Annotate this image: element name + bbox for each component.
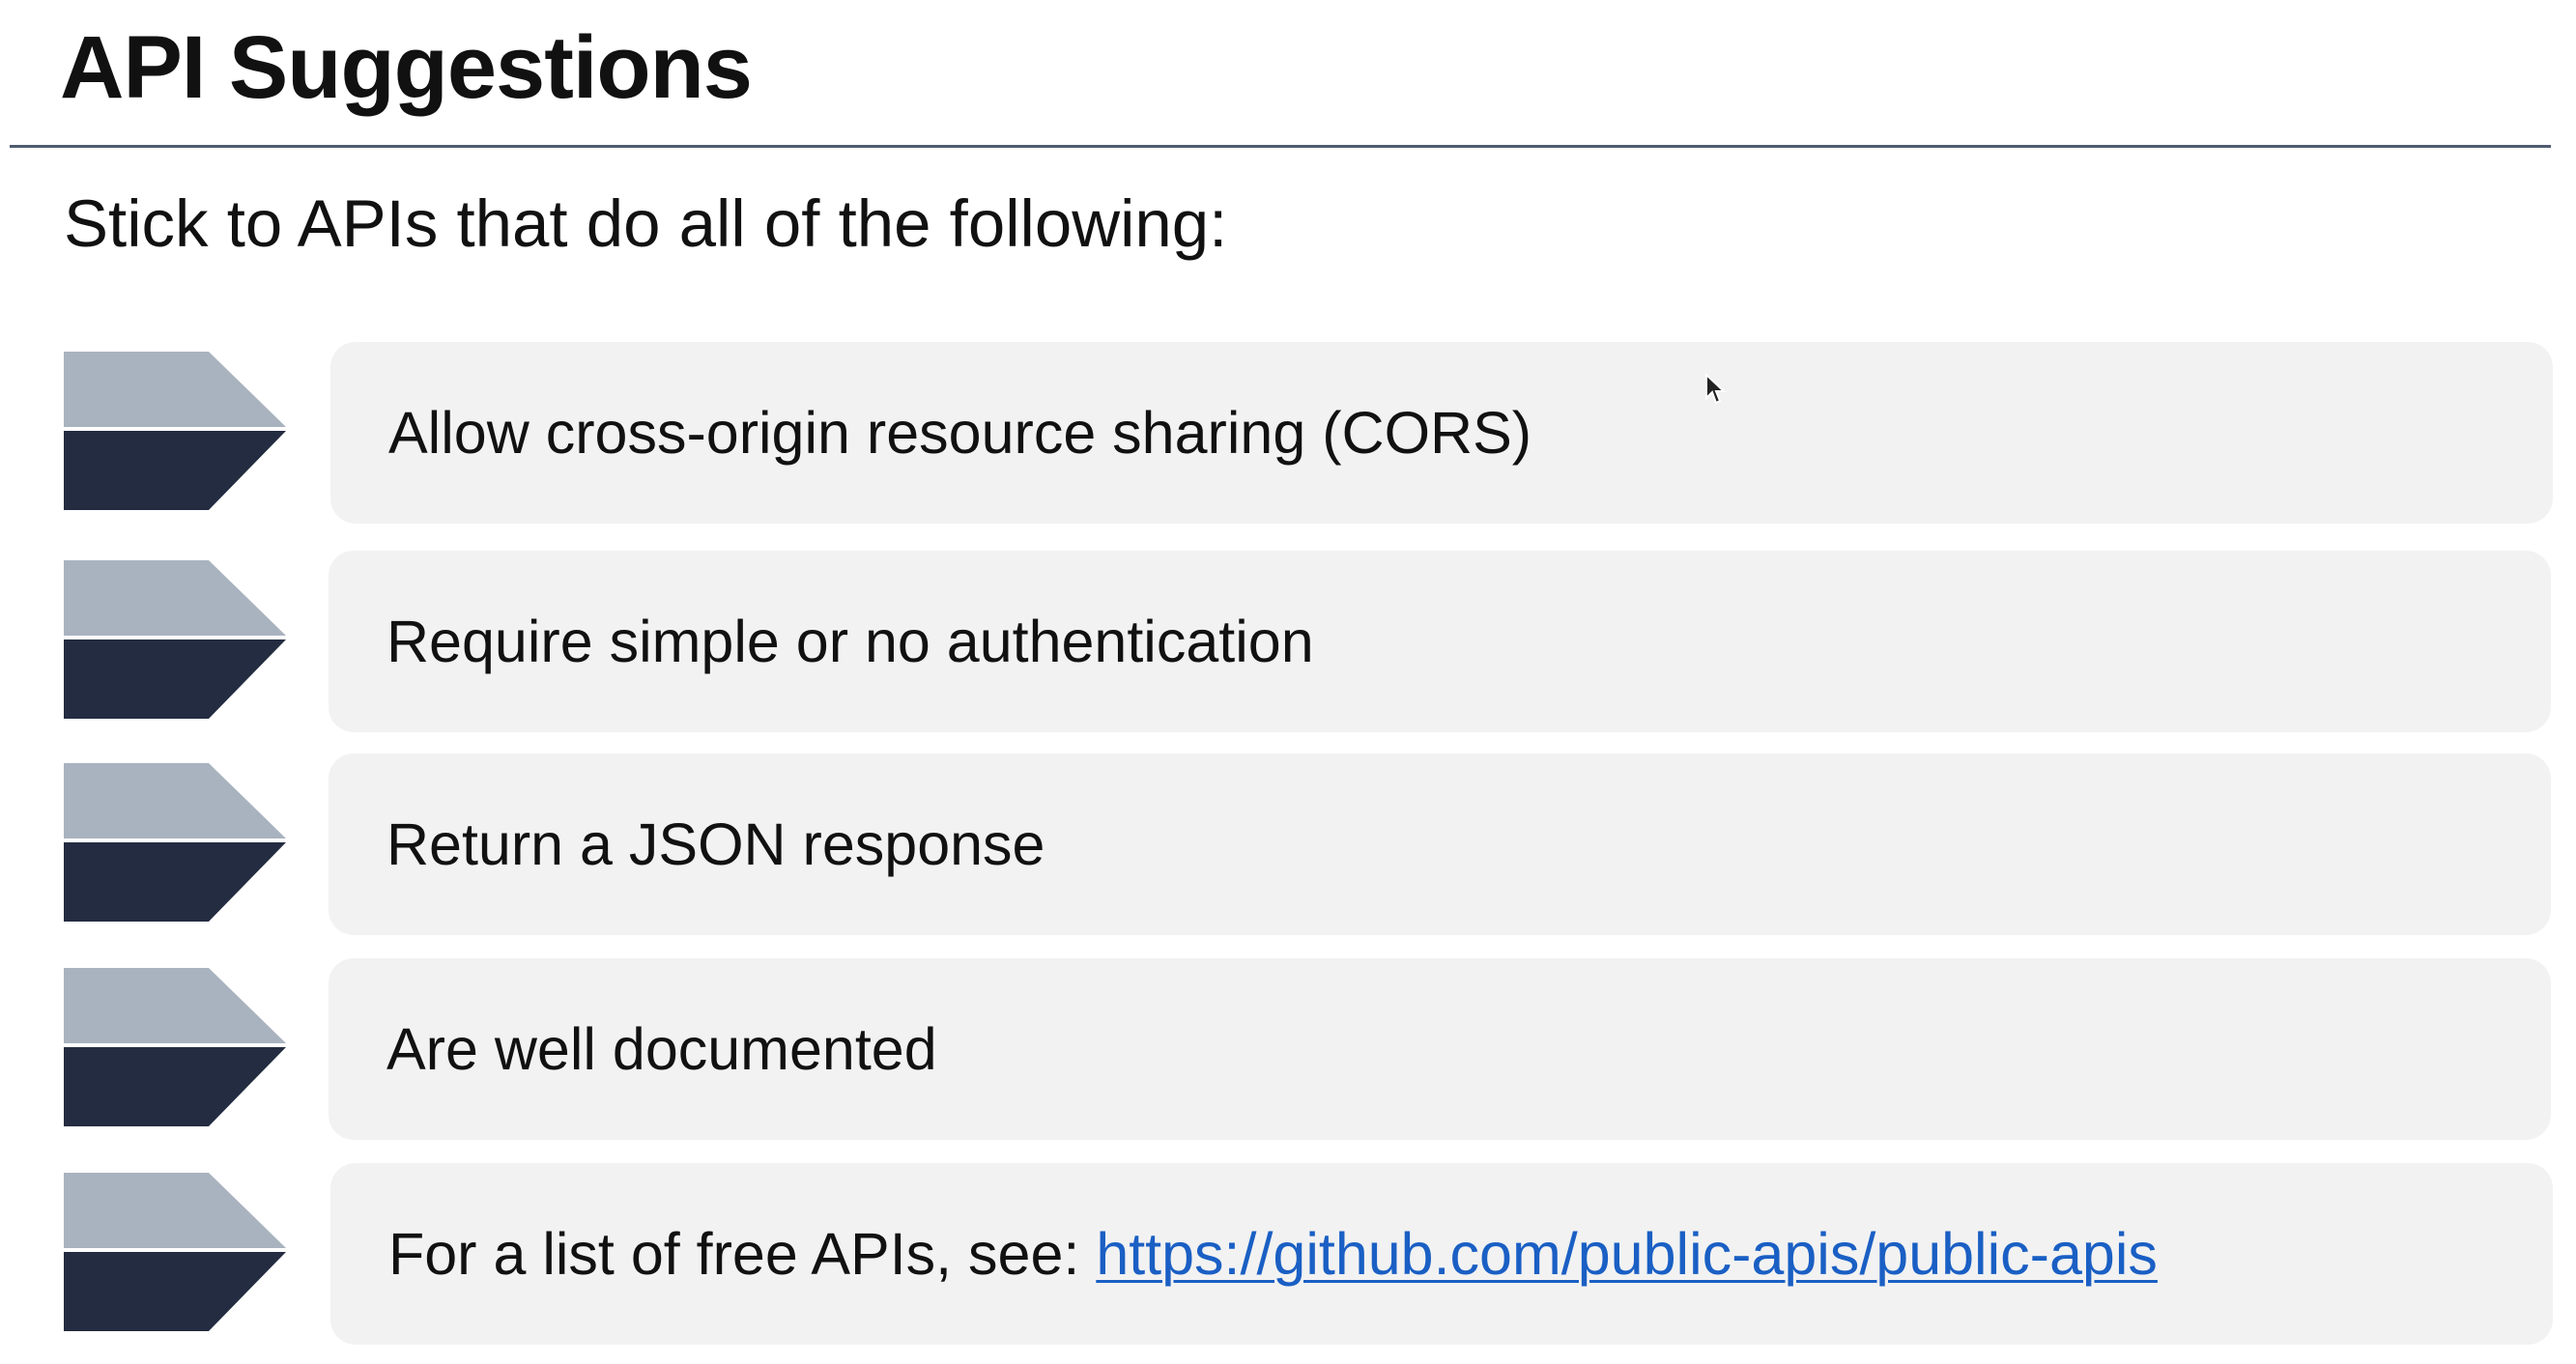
title-divider [10, 145, 2551, 148]
item-card: Require simple or no authentication [329, 551, 2551, 732]
item-text: Allow cross-origin resource sharing (COR… [388, 400, 1532, 466]
list-item: Are well documented [0, 958, 2576, 1142]
item-card: Allow cross-origin resource sharing (COR… [330, 342, 2553, 524]
item-card: Are well documented [329, 958, 2551, 1140]
slide-subtitle: Stick to APIs that do all of the followi… [64, 186, 1228, 261]
item-text: Require simple or no authentication [386, 609, 1314, 674]
list-item: Require simple or no authentication [0, 551, 2576, 734]
chevron-arrow-icon [64, 968, 286, 1126]
public-apis-link[interactable]: https://github.com/public-apis/public-ap… [1096, 1221, 2158, 1287]
item-card: Return a JSON response [329, 753, 2551, 935]
chevron-arrow-icon [64, 763, 286, 922]
slide-title: API Suggestions [60, 18, 753, 117]
mouse-cursor-icon [1704, 372, 1728, 406]
list-item: For a list of free APIs, see: https://gi… [0, 1163, 2576, 1347]
item-text: Return a JSON response [386, 811, 1045, 877]
chevron-arrow-icon [64, 560, 286, 719]
item-card: For a list of free APIs, see: https://gi… [330, 1163, 2553, 1345]
item-text: Are well documented [386, 1016, 937, 1082]
item-prefix-text: For a list of free APIs, see: [388, 1221, 1097, 1287]
list-item: Return a JSON response [0, 753, 2576, 937]
chevron-arrow-icon [64, 1173, 286, 1331]
chevron-arrow-icon [64, 352, 286, 510]
list-item: Allow cross-origin resource sharing (COR… [0, 342, 2576, 526]
item-text: For a list of free APIs, see: https://gi… [388, 1217, 2158, 1291]
